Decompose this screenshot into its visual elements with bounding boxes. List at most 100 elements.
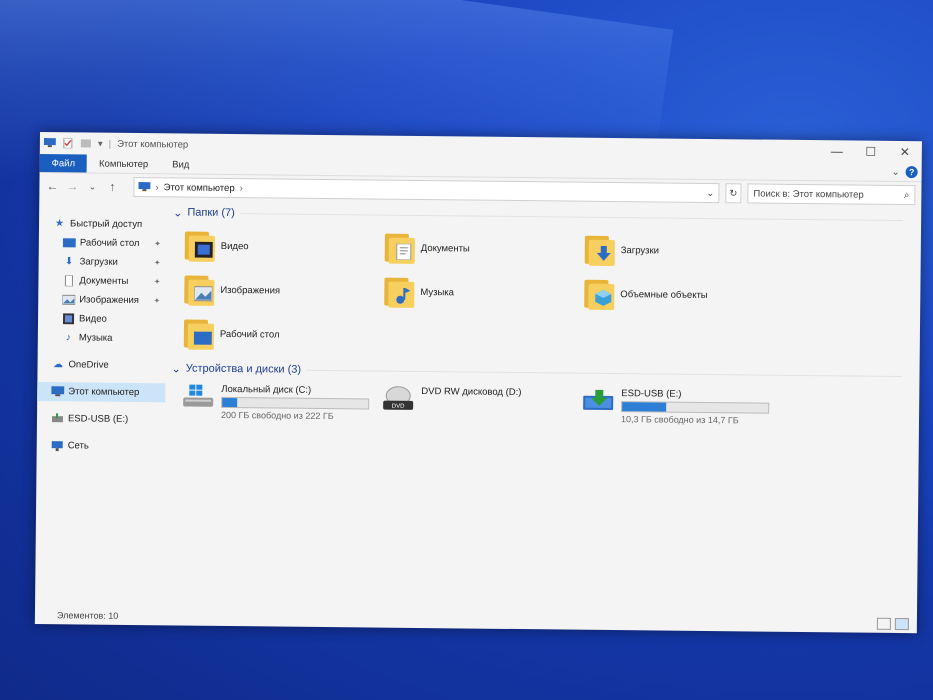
- folder-pictures[interactable]: Изображения: [184, 268, 384, 314]
- folder-videos[interactable]: Видео: [184, 224, 385, 270]
- address-bar[interactable]: › Этот компьютер › ⌄: [133, 176, 720, 204]
- computer-icon: [138, 182, 151, 192]
- forward-button[interactable]: →: [65, 179, 79, 193]
- drive-c[interactable]: Локальный диск (C:) 200 ГБ свободно из 2…: [181, 383, 381, 421]
- folder-3d-objects[interactable]: Объемные объекты: [584, 272, 784, 318]
- pictures-folder-icon: [184, 274, 215, 306]
- windows-drive-icon: [183, 384, 214, 407]
- 3d-objects-folder-icon: [584, 278, 615, 311]
- maximize-button[interactable]: ☐: [854, 141, 888, 163]
- collapse-chevron-icon[interactable]: ⌄: [173, 206, 182, 219]
- folder-label: Видео: [220, 240, 249, 252]
- group-divider: [306, 369, 902, 377]
- sidebar-item-music[interactable]: ♪ Музыка: [38, 328, 166, 348]
- toolbar-divider: |: [108, 138, 112, 150]
- download-icon: ⬇: [64, 256, 74, 268]
- documents-folder-icon: [384, 232, 415, 264]
- pin-icon[interactable]: ✦: [154, 277, 161, 286]
- pictures-icon: [62, 294, 76, 305]
- group-divider: [239, 212, 904, 221]
- drive-label: DVD RW дисковод (D:): [421, 386, 522, 399]
- address-dropdown-icon[interactable]: ⌄: [706, 187, 714, 198]
- star-icon: ★: [54, 218, 65, 230]
- folder-label: Объемные объекты: [620, 288, 708, 301]
- details-view-icon[interactable]: [876, 617, 891, 630]
- drive-free-space: 200 ГБ свободно из 222 ГБ: [220, 409, 334, 422]
- folder-documents[interactable]: Документы: [384, 226, 585, 272]
- recent-locations-button[interactable]: ⌄: [85, 181, 99, 192]
- collapse-chevron-icon[interactable]: ⌄: [171, 362, 180, 375]
- dvd-badge: DVD: [392, 404, 405, 410]
- network-icon: [51, 441, 63, 452]
- window-controls: — ☐ ✕: [820, 140, 922, 163]
- cloud-icon: ☁: [53, 359, 64, 371]
- back-button[interactable]: ←: [45, 179, 59, 193]
- customize-toolbar-icon[interactable]: ▾: [98, 138, 103, 149]
- sidebar-item-label: Рабочий стол: [79, 237, 140, 250]
- sidebar-item-network[interactable]: Сеть: [37, 436, 165, 456]
- desktop-folder-icon: [183, 318, 215, 350]
- breadcrumb-this-pc[interactable]: Этот компьютер: [164, 182, 235, 194]
- help-icon[interactable]: ?: [905, 166, 918, 179]
- folder-music[interactable]: Музыка: [384, 270, 584, 316]
- expand-ribbon-icon[interactable]: ⌄: [892, 166, 900, 177]
- sidebar-item-desktop[interactable]: Рабочий стол ✦: [39, 233, 167, 253]
- music-icon: ♪: [65, 332, 71, 344]
- new-folder-icon[interactable]: [80, 138, 92, 148]
- folder-label: Изображения: [220, 284, 281, 297]
- breadcrumb-separator[interactable]: ›: [155, 182, 158, 193]
- drive-label: ESD-USB (E:): [621, 388, 682, 400]
- sidebar-item-onedrive[interactable]: ☁ OneDrive: [37, 355, 165, 375]
- tab-view[interactable]: Вид: [160, 155, 201, 173]
- downloads-folder-icon: [584, 234, 615, 267]
- tab-file[interactable]: Файл: [39, 153, 88, 173]
- drive-d[interactable]: DVD DVD RW дисковод (D:): [381, 386, 581, 424]
- sidebar-item-this-pc[interactable]: Этот компьютер: [37, 381, 166, 403]
- large-icons-view-icon[interactable]: [894, 617, 909, 631]
- refresh-button[interactable]: ↻: [725, 183, 742, 204]
- dvd-drive-icon: DVD: [383, 386, 414, 410]
- folders-grid: Видео Документы Загрузки Изображения Муз…: [172, 223, 921, 363]
- window-title: Этот компьютер: [117, 138, 189, 151]
- folder-desktop[interactable]: Рабочий стол: [183, 312, 384, 358]
- video-icon: [62, 313, 75, 325]
- folder-label: Загрузки: [620, 244, 660, 256]
- navigation-pane[interactable]: ★ Быстрый доступ Рабочий стол ✦ ⬇ Загруз…: [35, 200, 167, 607]
- tab-computer[interactable]: Компьютер: [87, 154, 160, 173]
- search-input[interactable]: Поиск в: Этот компьютер ⌕: [747, 183, 916, 206]
- content-pane[interactable]: ⌄ Папки (7) Видео Документы Загрузки Изо…: [163, 201, 921, 615]
- view-switcher: [876, 617, 917, 631]
- sidebar-item-esd-usb[interactable]: ESD-USB (E:): [37, 409, 165, 429]
- sidebar-item-pictures[interactable]: Изображения ✦: [38, 290, 166, 310]
- file-explorer-window[interactable]: ▾ | Этот компьютер — ☐ ✕ Файл Компьютер …: [34, 132, 922, 634]
- sidebar-item-label: Сеть: [67, 440, 89, 452]
- pin-icon[interactable]: ✦: [154, 258, 161, 267]
- sidebar-item-quick-access[interactable]: ★ Быстрый доступ: [39, 214, 167, 234]
- folder-downloads[interactable]: Загрузки: [584, 228, 785, 274]
- search-icon[interactable]: ⌕: [904, 190, 909, 201]
- up-button[interactable]: ↑: [105, 180, 119, 194]
- group-title: Устройства и диски (3): [185, 362, 302, 376]
- usb-drive-icon: [51, 413, 64, 423]
- sidebar-item-downloads[interactable]: ⬇ Загрузки ✦: [39, 252, 167, 272]
- pin-icon[interactable]: ✦: [154, 239, 161, 248]
- minimize-button[interactable]: —: [820, 140, 854, 162]
- group-title: Папки (7): [187, 206, 235, 220]
- drive-free-space: 10,3 ГБ свободно из 14,7 ГБ: [620, 414, 739, 426]
- sidebar-item-videos[interactable]: Видео: [38, 309, 166, 329]
- folder-label: Документы: [420, 242, 470, 255]
- properties-icon[interactable]: [62, 138, 74, 149]
- breadcrumb-separator[interactable]: ›: [240, 183, 243, 194]
- pin-icon[interactable]: ✦: [153, 296, 160, 305]
- computer-icon: [43, 138, 56, 148]
- sidebar-item-documents[interactable]: Документы ✦: [38, 271, 166, 291]
- drives-grid: Локальный диск (C:) 200 ГБ свободно из 2…: [171, 379, 919, 427]
- sidebar-item-label: Быстрый доступ: [69, 218, 143, 231]
- close-button[interactable]: ✕: [888, 141, 922, 163]
- drive-e[interactable]: ESD-USB (E:) 10,3 ГБ свободно из 14,7 ГБ: [581, 388, 781, 426]
- sidebar-item-label: Загрузки: [79, 256, 118, 268]
- computer-icon: [51, 386, 65, 397]
- sidebar-item-label: Этот компьютер: [68, 386, 140, 399]
- explorer-body: ★ Быстрый доступ Рабочий стол ✦ ⬇ Загруз…: [35, 200, 921, 615]
- desktop-icon: [62, 238, 76, 248]
